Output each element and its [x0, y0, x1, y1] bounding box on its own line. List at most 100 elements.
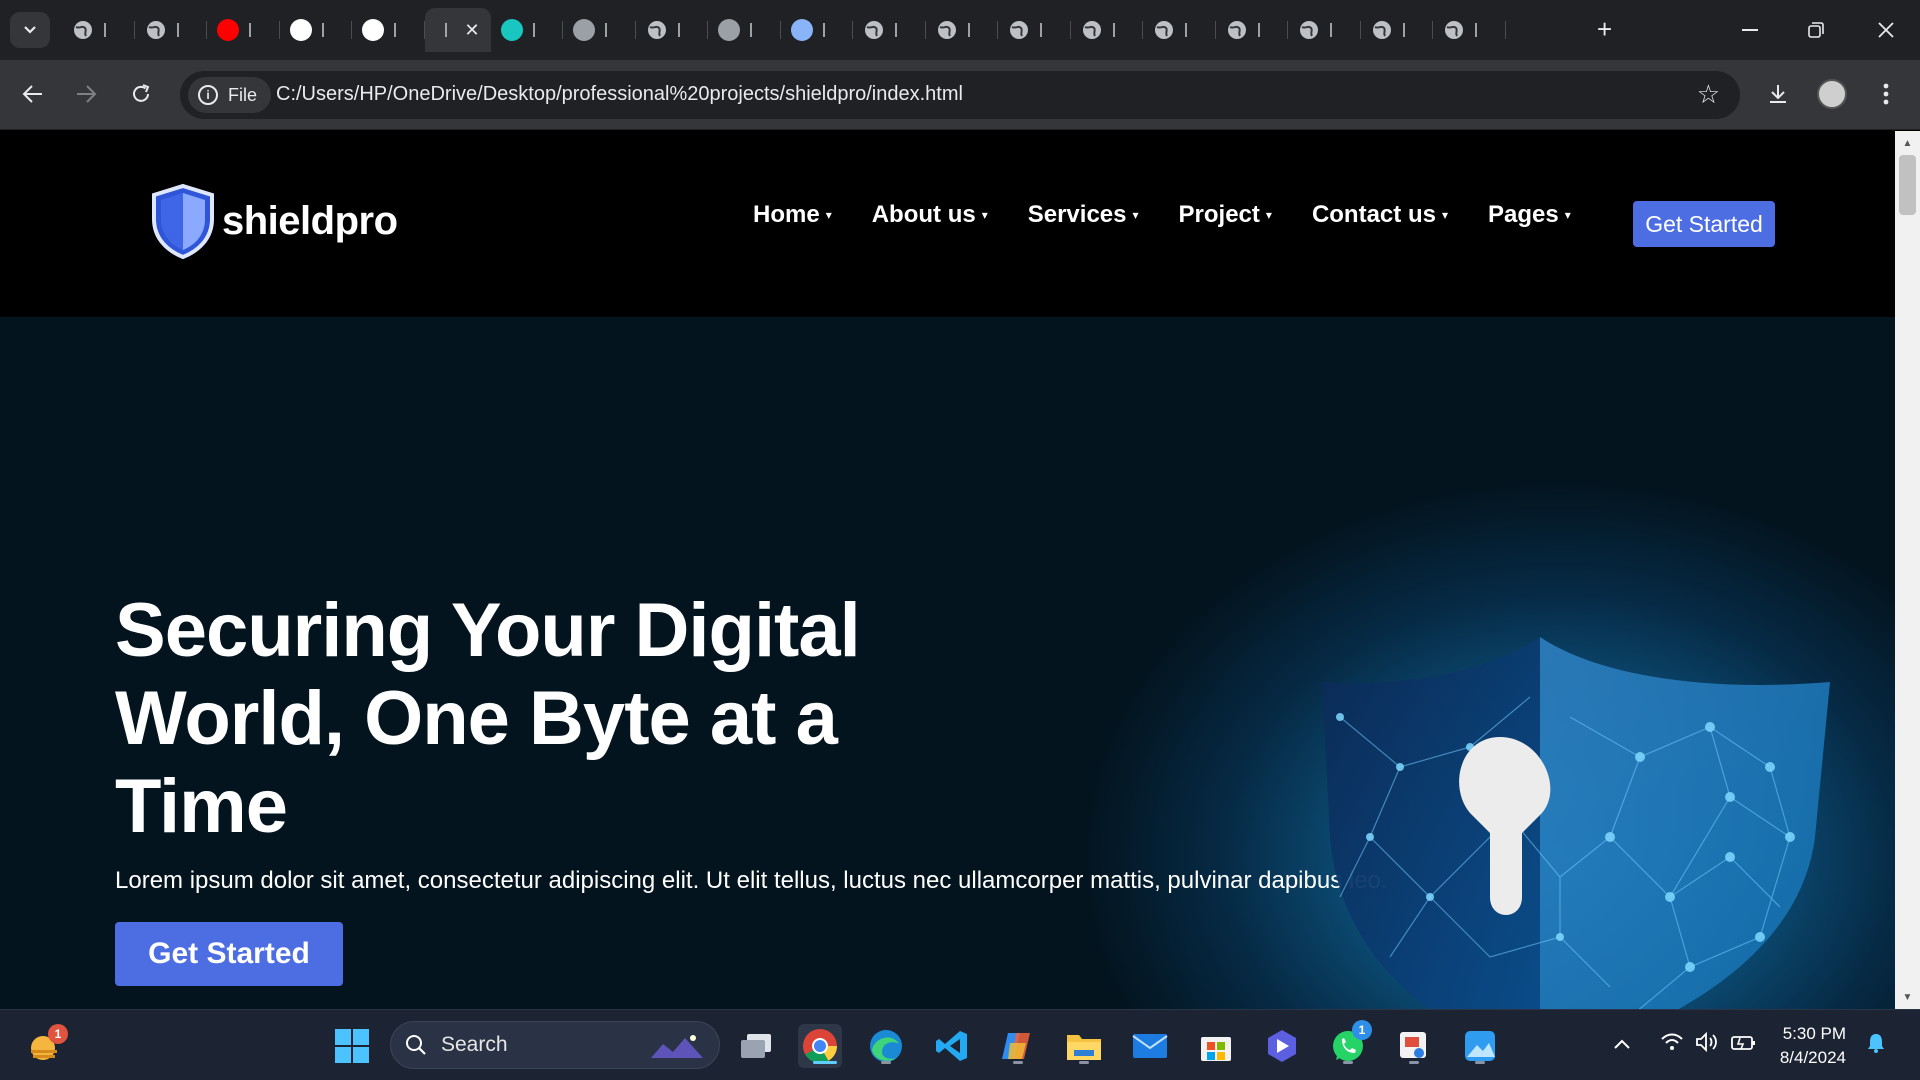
- crescent-icon: [790, 19, 813, 41]
- snipping-tool-taskbar-button[interactable]: [1392, 1024, 1436, 1068]
- new-tab-button[interactable]: +: [1597, 14, 1612, 44]
- tab-search-button[interactable]: [10, 12, 50, 48]
- tab-title: [1257, 23, 1266, 37]
- copilot-icon: [1002, 1033, 1030, 1059]
- tab-title: [532, 23, 541, 37]
- copilot-taskbar-button[interactable]: [996, 1024, 1040, 1068]
- minimize-button[interactable]: [1720, 10, 1780, 50]
- start-button[interactable]: [330, 1024, 374, 1068]
- nav-item-about[interactable]: About us ▾: [872, 201, 988, 229]
- openai-icon: [289, 19, 312, 41]
- browser-tab[interactable]: [352, 8, 425, 52]
- browser-tab[interactable]: [781, 8, 854, 52]
- downloads-button[interactable]: [1758, 74, 1798, 114]
- browser-tab[interactable]: [926, 8, 999, 52]
- forward-button[interactable]: [66, 74, 106, 114]
- browser-tab[interactable]: [563, 8, 636, 52]
- back-button[interactable]: [13, 74, 53, 114]
- browser-tab[interactable]: [1143, 8, 1216, 52]
- browser-tab[interactable]: [708, 8, 781, 52]
- globe-icon: [863, 19, 885, 41]
- restore-button[interactable]: [1786, 10, 1846, 50]
- nav-item-pages[interactable]: Pages ▾: [1488, 201, 1571, 229]
- store-taskbar-button[interactable]: [1194, 1024, 1238, 1068]
- browser-tab[interactable]: [207, 8, 280, 52]
- wifi-status[interactable]: [1660, 1032, 1684, 1058]
- file-explorer-taskbar-button[interactable]: [1062, 1024, 1106, 1068]
- site-info-chip[interactable]: i File: [188, 77, 272, 113]
- system-clock[interactable]: 5:30 PM 8/4/2024: [1760, 1022, 1846, 1070]
- taskbar-search[interactable]: Search: [390, 1021, 720, 1069]
- browser-tab[interactable]: [1216, 8, 1289, 52]
- browser-tab[interactable]: [135, 8, 208, 52]
- app-taskbar-button[interactable]: [1260, 1024, 1304, 1068]
- photos-taskbar-button[interactable]: [1458, 1024, 1502, 1068]
- browser-tab[interactable]: [1288, 8, 1361, 52]
- minimize-icon: [1742, 29, 1758, 31]
- photos-icon: [1465, 1031, 1495, 1061]
- nav-item-contact[interactable]: Contact us ▾: [1312, 201, 1448, 229]
- vscode-taskbar-button[interactable]: [930, 1024, 974, 1068]
- more-vertical-icon: [1883, 83, 1889, 105]
- chrome-taskbar-button[interactable]: [798, 1024, 842, 1068]
- browser-tab[interactable]: [280, 8, 353, 52]
- info-icon: i: [198, 85, 218, 105]
- battery-status[interactable]: [1730, 1032, 1756, 1058]
- scrollbar-thumb[interactable]: [1899, 155, 1916, 215]
- mail-taskbar-button[interactable]: [1128, 1024, 1172, 1068]
- profile-button[interactable]: [1812, 74, 1852, 114]
- reload-button[interactable]: [121, 74, 161, 114]
- nav-item-home[interactable]: Home ▾: [753, 201, 832, 229]
- page-scrollbar[interactable]: ▲ ▼: [1895, 131, 1920, 1009]
- youtube-icon: [217, 19, 239, 41]
- get-started-nav-button[interactable]: Get Started: [1633, 201, 1775, 247]
- globe-icon: [1008, 19, 1030, 41]
- browser-tab[interactable]: [491, 8, 564, 52]
- browser-tab[interactable]: [1361, 8, 1434, 52]
- weather-widget[interactable]: 1: [28, 1024, 68, 1064]
- nav-item-services[interactable]: Services ▾: [1028, 201, 1139, 229]
- volume-status[interactable]: [1695, 1031, 1719, 1058]
- tab-title: [249, 23, 257, 37]
- hexagon-app-icon: [1268, 1030, 1296, 1062]
- scroll-down-icon[interactable]: ▼: [1895, 987, 1920, 1007]
- browser-menu-button[interactable]: [1866, 74, 1906, 114]
- running-indicator: [1409, 1061, 1419, 1064]
- avatar: [1817, 79, 1847, 109]
- nav-label: Project: [1178, 201, 1260, 228]
- task-view-button[interactable]: [734, 1024, 778, 1068]
- chevron-down-icon: ▾: [1132, 208, 1139, 222]
- nav-label: About us: [871, 201, 976, 228]
- browser-tab[interactable]: [636, 8, 709, 52]
- bookmark-star-icon[interactable]: ☆: [1697, 79, 1720, 110]
- close-window-button[interactable]: [1856, 10, 1916, 50]
- hero-title: Securing Your Digital World, One Byte at…: [115, 588, 861, 849]
- windows-taskbar: 1 Search 1 5:30 PM 8/4/2024: [0, 1009, 1920, 1080]
- scroll-up-icon[interactable]: ▲: [1895, 133, 1920, 153]
- search-placeholder: Search: [441, 1033, 508, 1056]
- nav-item-project[interactable]: Project ▾: [1179, 201, 1272, 229]
- browser-tab[interactable]: [853, 8, 926, 52]
- browser-tab[interactable]: [998, 8, 1071, 52]
- shield-lock-illustration: [1322, 637, 1830, 1009]
- chevron-down-icon: [24, 26, 36, 34]
- address-bar[interactable]: i File C:/Users/HP/OneDrive/Desktop/prof…: [180, 71, 1740, 119]
- browser-tab[interactable]: ✕: [424, 8, 491, 52]
- whatsapp-badge: 1: [1352, 1020, 1372, 1040]
- tab-title: [822, 23, 831, 37]
- chevron-down-icon: ▾: [981, 208, 988, 222]
- hero-get-started-button[interactable]: Get Started: [115, 922, 343, 986]
- show-hidden-icons-button[interactable]: [1614, 1032, 1630, 1055]
- close-tab-icon[interactable]: ✕: [465, 20, 480, 41]
- tab-title: [1402, 23, 1411, 37]
- tab-title: [176, 23, 185, 37]
- tab-title: [444, 23, 453, 37]
- browser-tab[interactable]: [1433, 8, 1506, 52]
- site-logo[interactable]: shieldpro: [150, 183, 398, 259]
- edge-taskbar-button[interactable]: [864, 1024, 908, 1068]
- browser-tab[interactable]: [62, 8, 135, 52]
- url-text[interactable]: C:/Users/HP/OneDrive/Desktop/professiona…: [276, 83, 963, 106]
- whatsapp-taskbar-button[interactable]: 1: [1326, 1020, 1372, 1068]
- browser-tab[interactable]: [1071, 8, 1144, 52]
- notifications-button[interactable]: [1866, 1032, 1886, 1060]
